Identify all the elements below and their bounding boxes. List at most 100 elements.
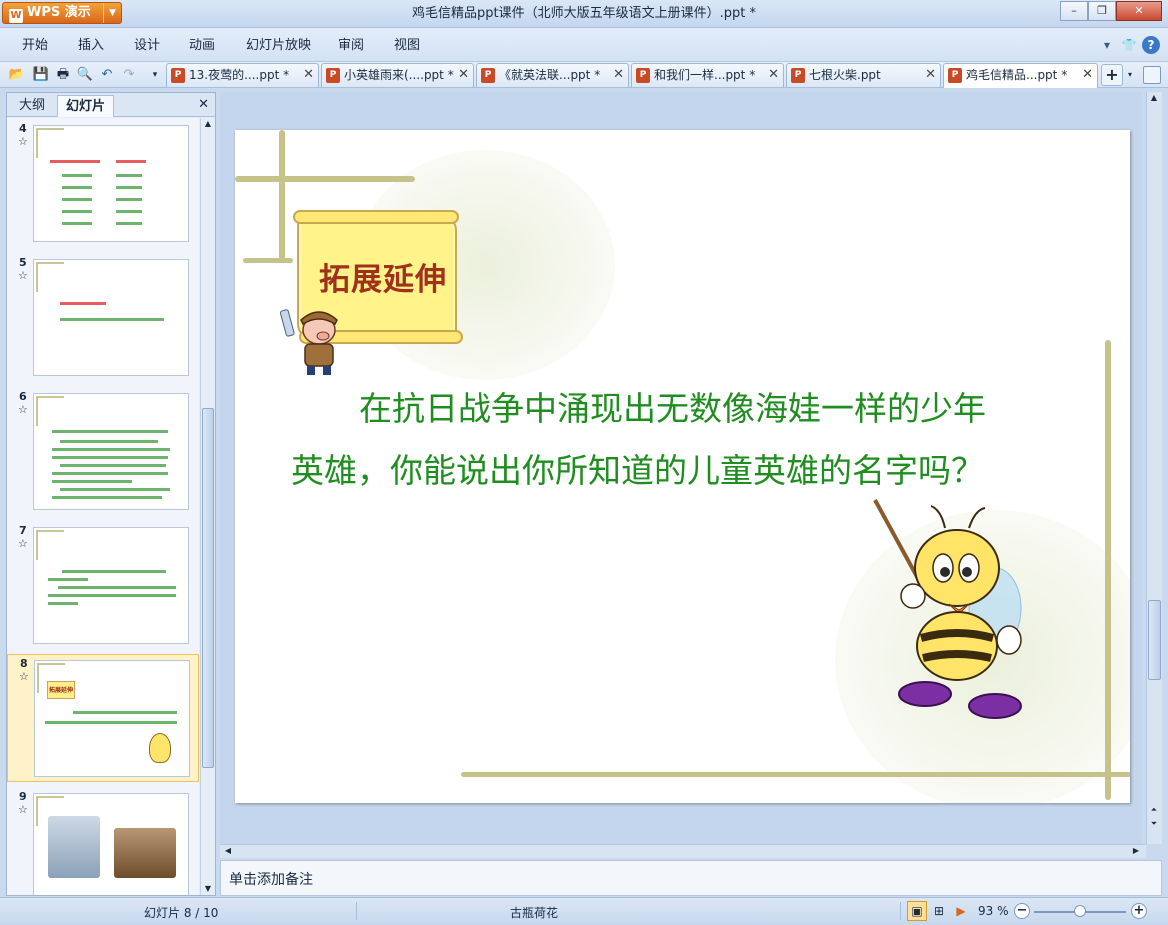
pig-explorer-icon	[279, 309, 338, 375]
menu-animation[interactable]: 动画	[189, 28, 215, 62]
slide-thumbnail-row[interactable]: 6 ☆	[7, 388, 199, 516]
vine-decoration	[36, 262, 64, 292]
slide-thumbnail[interactable]	[33, 793, 189, 895]
slide-thumbnail-row[interactable]: 4 ☆	[7, 120, 199, 248]
doc-tab[interactable]: P 和我们一样...ppt * ✕	[631, 63, 784, 87]
open-icon[interactable]: 📂	[8, 66, 26, 84]
slide-banner-title[interactable]: 拓展延伸	[319, 254, 447, 299]
zoom-slider-handle[interactable]	[1074, 905, 1086, 917]
menu-review[interactable]: 审阅	[338, 28, 364, 62]
ppt-file-icon: P	[171, 68, 185, 83]
help-icon[interactable]: ?	[1142, 36, 1160, 54]
star-icon: ☆	[18, 135, 28, 148]
thumbnail-scrollbar[interactable]: ▲ ▼	[200, 118, 214, 895]
ppt-file-icon: P	[636, 68, 650, 83]
redo-icon[interactable]: ↷	[120, 66, 138, 84]
scrollbar-thumb[interactable]	[202, 408, 214, 768]
slide-number: 4	[19, 122, 27, 135]
status-divider	[356, 902, 357, 920]
slide-number: 9	[19, 790, 27, 803]
star-icon: ☆	[18, 269, 28, 282]
slide-thumbnail-row[interactable]: 7 ☆	[7, 522, 199, 650]
new-tab-button[interactable]: +	[1101, 64, 1123, 86]
ppt-file-icon: P	[791, 68, 805, 83]
slideshow-icon[interactable]: ▶	[951, 901, 971, 921]
zoom-in-button[interactable]: +	[1131, 903, 1147, 919]
print-preview-icon[interactable]: 🔍	[76, 66, 94, 84]
star-icon: ☆	[18, 803, 28, 816]
doc-tab[interactable]: P 《就英法联...ppt * ✕	[476, 63, 629, 87]
slide-thumbnail[interactable]: 拓展延伸	[34, 660, 190, 777]
slide-sorter-icon[interactable]: ⊞	[929, 901, 949, 921]
slide-thumbnail-row[interactable]: 9 ☆	[7, 788, 199, 895]
close-icon[interactable]: ✕	[303, 64, 314, 86]
tab-slides[interactable]: 幻灯片	[57, 95, 115, 117]
zoom-out-button[interactable]: −	[1014, 903, 1030, 919]
close-icon[interactable]: ✕	[613, 64, 624, 86]
wps-logo-icon: W	[9, 9, 23, 23]
vine-decoration	[36, 396, 64, 426]
menu-view[interactable]: 视图	[394, 28, 420, 62]
window-switch-icon[interactable]	[1143, 66, 1161, 84]
print-icon[interactable]: 🖶	[54, 66, 72, 84]
menu-bar: 开始 插入 设计 动画 幻灯片放映 审阅 视图 ▾ 👕 ?	[0, 28, 1168, 62]
menu-home[interactable]: 开始	[22, 28, 48, 62]
slide-thumbnail[interactable]	[33, 125, 189, 242]
doc-tab-active[interactable]: P 鸡毛信精品...ppt * ✕	[943, 63, 1098, 88]
skin-icon[interactable]: 👕	[1120, 36, 1138, 54]
slide-thumbnail-row[interactable]: 5 ☆	[7, 254, 199, 382]
undo-icon[interactable]: ↶	[98, 66, 116, 84]
chevron-down-icon[interactable]: ▼	[103, 3, 121, 23]
next-slide-icon[interactable]: ⏷	[1148, 818, 1160, 830]
minimize-button[interactable]: –	[1060, 1, 1088, 21]
scroll-left-icon[interactable]: ◀	[222, 845, 234, 857]
tab-outline[interactable]: 大纲	[11, 95, 53, 117]
close-button[interactable]: ✕	[1116, 1, 1162, 21]
slide-thumbnail[interactable]	[33, 527, 189, 644]
scroll-up-icon[interactable]: ▲	[202, 118, 214, 130]
thumbnail-picture	[48, 816, 100, 878]
doc-tab[interactable]: P 13.夜莺的....ppt * ✕	[166, 63, 319, 87]
title-bar: 鸡毛信精品ppt课件（北师大版五年级语文上册课件）.ppt * W WPS 演示 …	[0, 0, 1168, 28]
chevron-down-icon[interactable]: ▾	[1098, 36, 1116, 54]
notes-placeholder[interactable]: 单击添加备注	[229, 869, 313, 889]
previous-slide-icon[interactable]: ⏶	[1148, 804, 1160, 816]
slide-thumbnail[interactable]	[33, 393, 189, 510]
maximize-button[interactable]: ❐	[1088, 1, 1116, 21]
doc-tab[interactable]: P 七根火柴.ppt ✕	[786, 63, 941, 87]
scrollbar-thumb[interactable]	[1148, 600, 1161, 680]
close-icon[interactable]: ✕	[925, 64, 936, 86]
customize-icon[interactable]: ▾	[146, 66, 164, 84]
slide-body-line-1[interactable]: 在抗日战争中涌现出无数像海娃一样的少年	[359, 382, 986, 430]
editor-vertical-scrollbar[interactable]: ▲ ⏶ ⏷	[1146, 92, 1162, 844]
menu-right-icons: ▾ 👕 ?	[1098, 36, 1160, 54]
close-icon[interactable]: ✕	[198, 97, 209, 112]
document-tab-bar: 📂 💾 🖶 🔍 ↶ ↷ ▾ P 13.夜莺的....ppt * ✕ P 小英雄雨…	[0, 62, 1168, 88]
scroll-up-icon[interactable]: ▲	[1148, 92, 1160, 104]
app-menu-button[interactable]: W WPS 演示 ▼	[2, 2, 122, 24]
normal-view-icon[interactable]: ▣	[907, 901, 927, 921]
theme-name[interactable]: 古瓶荷花	[510, 904, 558, 921]
doc-tab-label: 13.夜莺的....ppt *	[189, 68, 290, 82]
menu-design[interactable]: 设计	[134, 28, 160, 62]
close-icon[interactable]: ✕	[1082, 64, 1093, 86]
zoom-level[interactable]: 93 %	[978, 904, 1009, 918]
doc-tab[interactable]: P 小英雄雨来(....ppt * ✕	[321, 63, 474, 87]
tab-list-button[interactable]: ▾	[1124, 64, 1136, 86]
slide-thumbnail-row-selected[interactable]: 8 ☆ 拓展延伸	[7, 654, 199, 782]
notes-pane[interactable]: 单击添加备注	[220, 860, 1162, 896]
slide-thumbnail[interactable]	[33, 259, 189, 376]
vine-decoration	[461, 772, 1130, 777]
editor-horizontal-scrollbar[interactable]: ◀ ▶	[220, 844, 1146, 858]
app-name: WPS 演示	[27, 5, 91, 20]
close-icon[interactable]: ✕	[768, 64, 779, 86]
scroll-down-icon[interactable]: ▼	[202, 883, 214, 895]
menu-insert[interactable]: 插入	[78, 28, 104, 62]
save-icon[interactable]: 💾	[32, 66, 50, 84]
panel-tabs: 大纲 幻灯片 ✕	[7, 93, 215, 117]
scroll-right-icon[interactable]: ▶	[1130, 845, 1142, 857]
slide-body-line-2[interactable]: 英雄，你能说出你所知道的儿童英雄的名字吗？	[291, 444, 984, 492]
slide-canvas[interactable]: 拓展延伸 在抗日战争中涌现出无数像海娃一样的少年 英雄，你能说出你所知道的儿童英…	[235, 130, 1130, 803]
menu-slideshow[interactable]: 幻灯片放映	[246, 28, 311, 62]
close-icon[interactable]: ✕	[458, 64, 469, 86]
